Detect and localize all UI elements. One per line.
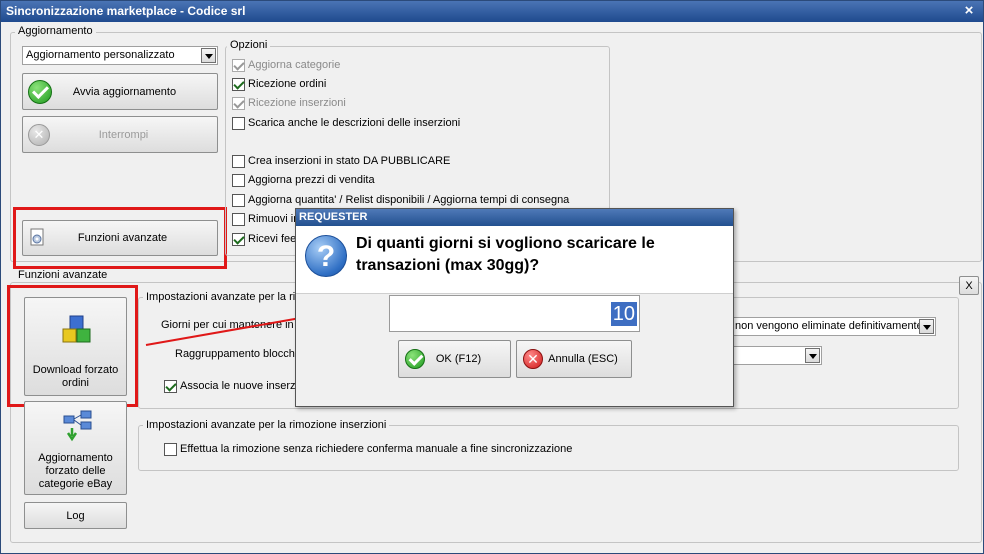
checkbox-rimozione-senza-conferma[interactable]: Effettua la rimozione senza richiedere c… [164, 441, 572, 457]
requester-question: Di quanti giorni si vogliono scaricare l… [356, 235, 655, 274]
stop-icon: ✕ [28, 123, 50, 146]
requester-dialog: REQUESTER ? Di quanti giorni si vogliono… [295, 208, 734, 407]
days-input[interactable]: 10 [389, 295, 640, 332]
title-bar: Sincronizzazione marketplace - Codice sr… [1, 1, 983, 22]
stop-button[interactable]: ✕ Interrompi [22, 116, 218, 153]
chevron-down-icon[interactable] [805, 348, 820, 363]
highlight-download-button [7, 285, 138, 407]
checkbox-crea-inserzioni[interactable]: Crea inserzioni in stato DA PUBBLICARE [232, 153, 450, 169]
checkbox-aggiorna-categorie[interactable]: Aggiorna categorie [232, 57, 340, 73]
checkbox-associa[interactable]: Associa le nuove inserzi [164, 378, 298, 394]
close-circle-icon: ✕ [523, 349, 543, 369]
window-close-button[interactable]: × [961, 3, 977, 19]
checkbox-scarica-descrizioni[interactable]: Scarica anche le descrizioni delle inser… [232, 115, 460, 131]
requester-title: REQUESTER [296, 209, 733, 226]
checkbox-ricevi-fee[interactable]: Ricevi fee [232, 231, 296, 247]
days-input-value: 10 [610, 302, 637, 326]
ok-button[interactable]: OK (F12) [398, 340, 511, 378]
giorni-select[interactable]: non vengono eliminate definitivamente [731, 317, 936, 336]
checkbox-rimuovi[interactable]: Rimuovi in [232, 211, 299, 227]
ok-label: OK (F12) [435, 353, 482, 365]
cancel-label: Annulla (ESC) [548, 353, 618, 365]
update-mode-select[interactable]: Aggiornamento personalizzato [22, 46, 218, 65]
checkbox-aggiorna-prezzi[interactable]: Aggiorna prezzi di vendita [232, 172, 375, 188]
question-icon: ? [305, 235, 347, 277]
requester-header: ? Di quanti giorni si vogliono scaricare… [296, 226, 733, 294]
checkbox-ricezione-inserzioni[interactable]: Ricezione inserzioni [232, 95, 346, 111]
start-update-label: Avvia aggiornamento [72, 85, 177, 98]
opzioni-group-label: Opzioni [227, 39, 271, 51]
main-window: Sincronizzazione marketplace - Codice sr… [0, 0, 984, 554]
update-mode-value: Aggiornamento personalizzato [26, 49, 175, 61]
giorni-select-value: non vengono eliminate definitivamente [735, 320, 923, 332]
check-circle-icon [28, 79, 52, 104]
checkbox-aggiorna-quantita[interactable]: Aggiorna quantita' / Relist disponibili … [232, 192, 569, 208]
checkbox-ricezione-ordini[interactable]: Ricezione ordini [232, 76, 326, 92]
categories-update-button[interactable]: Aggiornamento forzato delle categorie eB… [24, 401, 127, 495]
cancel-button[interactable]: ✕ Annulla (ESC) [516, 340, 632, 378]
log-button[interactable]: Log [24, 502, 127, 529]
chevron-down-icon[interactable] [201, 48, 216, 63]
funzioni-avanzate-group-label: Funzioni avanzate [15, 269, 111, 281]
categories-update-label: Aggiornamento forzato delle categorie eB… [38, 452, 113, 490]
highlight-advanced-button [13, 207, 227, 269]
aggiornamento-group-label: Aggiornamento [15, 25, 96, 37]
removal-settings-group-label: Impostazioni avanzate per la rimozione i… [143, 419, 390, 431]
close-advanced-button[interactable]: X [959, 276, 979, 295]
start-update-button[interactable]: Avvia aggiornamento [22, 73, 218, 110]
hierarchy-icon [63, 410, 93, 445]
chevron-down-icon[interactable] [919, 319, 934, 334]
check-circle-icon [405, 349, 425, 369]
window-title: Sincronizzazione marketplace - Codice sr… [6, 4, 246, 18]
annotation-arrow [145, 311, 313, 346]
raggruppamento-select[interactable] [731, 346, 822, 365]
stop-label: Interrompi [98, 128, 149, 141]
